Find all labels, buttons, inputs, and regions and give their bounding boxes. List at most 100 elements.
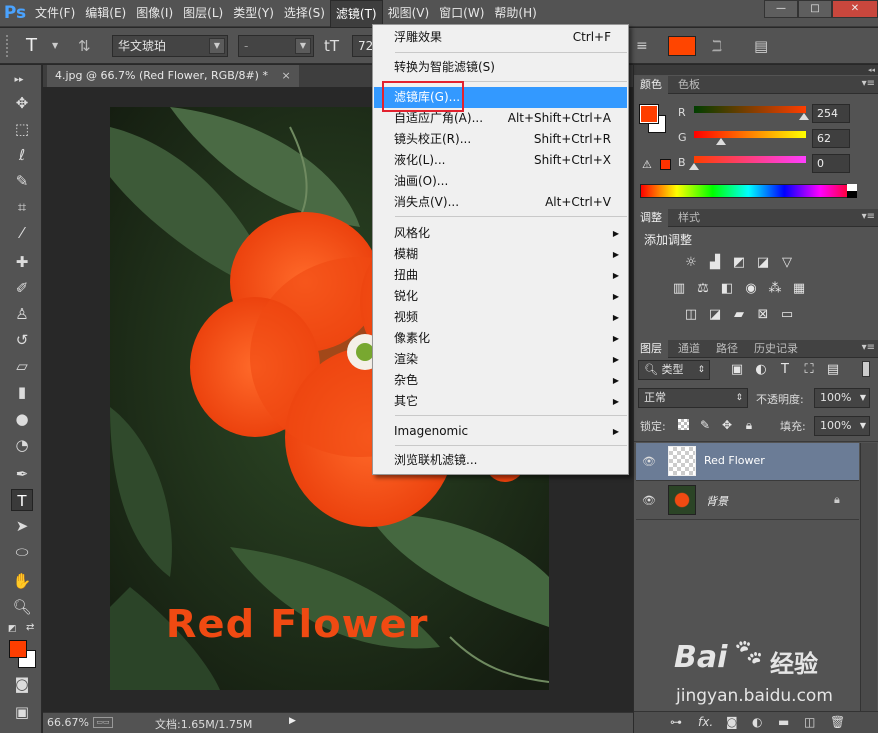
menu-file[interactable]: 文件(F) [30, 0, 80, 27]
exposure-icon[interactable]: ◪ [754, 255, 772, 271]
spectrum-black[interactable] [847, 191, 857, 198]
justify-icon[interactable]: ≡ [636, 35, 656, 57]
menu-item-imagenomic[interactable]: Imagenomic ▶ [374, 421, 627, 442]
tab-adjustments[interactable]: 调整 [634, 209, 668, 227]
filter-toggle[interactable] [862, 361, 870, 377]
text-orientation-icon[interactable]: ⇅ [78, 35, 98, 57]
b-slider[interactable] [694, 156, 806, 163]
levels-icon[interactable]: ▟ [706, 255, 724, 271]
photo-filter-icon[interactable]: ◉ [742, 281, 760, 297]
font-size-input[interactable]: 72 [352, 35, 374, 57]
lock-transparent-icon[interactable] [678, 419, 689, 430]
history-brush-tool-icon[interactable]: ↺ [11, 329, 33, 351]
menu-item-noise[interactable]: 杂色 ▶ [374, 370, 627, 391]
default-colors-icon[interactable]: ◩ [8, 624, 18, 634]
opacity-input[interactable]: 100% ▼ [814, 388, 870, 408]
filter-shape-icon[interactable]: ⛶ [800, 362, 818, 378]
g-value[interactable]: 62 [812, 129, 850, 148]
close-icon[interactable]: × [281, 69, 290, 82]
menu-item-oil-paint[interactable]: 油画(O)... [374, 171, 627, 192]
zoom-tool-icon[interactable]: 🔍︎ [11, 596, 33, 618]
gamut-warning-icon[interactable]: ⚠ [642, 158, 652, 171]
menu-image[interactable]: 图像(I) [131, 0, 178, 27]
layer-filter-select[interactable]: 🔍︎ 类型 ⇕ [638, 360, 710, 380]
curves-icon[interactable]: ◩ [730, 255, 748, 271]
screen-mode-icon[interactable]: ▣ [11, 701, 33, 723]
panel-menu-icon[interactable]: ▾≡ [862, 78, 875, 89]
blend-mode-select[interactable]: 正常 ⇕ [638, 388, 748, 408]
warp-text-icon[interactable]: ℶ [712, 35, 732, 57]
visibility-eye-icon[interactable]: 👁︎ [642, 494, 656, 507]
menu-window[interactable]: 窗口(W) [434, 0, 489, 27]
swap-colors-icon[interactable]: ⇄ [26, 622, 34, 633]
menu-item-distort[interactable]: 扭曲 ▶ [374, 265, 627, 286]
move-tool-icon[interactable]: ✥ [11, 92, 33, 114]
menu-view[interactable]: 视图(V) [383, 0, 435, 27]
menu-layer[interactable]: 图层(L) [178, 0, 228, 27]
lock-position-icon[interactable]: ✥ [718, 417, 736, 433]
font-style-select[interactable]: - ▼ [238, 35, 314, 57]
close-button[interactable]: ✕ [832, 0, 878, 18]
menu-item-blur[interactable]: 模糊 ▶ [374, 244, 627, 265]
menu-item-render[interactable]: 渲染 ▶ [374, 349, 627, 370]
b-value[interactable]: 0 [812, 154, 850, 173]
menu-item-smart-filter[interactable]: 转换为智能滤镜(S) [374, 57, 627, 78]
menu-item-sharpen[interactable]: 锐化 ▶ [374, 286, 627, 307]
layer-row[interactable]: 👁︎ Red Flower [636, 443, 859, 481]
menu-filter[interactable]: 滤镜(T) [329, 0, 383, 27]
collapse-icon[interactable]: ▸▸ [8, 69, 30, 91]
eraser-tool-icon[interactable]: ▱ [11, 355, 33, 377]
threshold-icon[interactable]: ▰ [730, 307, 748, 323]
filter-type-icon[interactable]: T [776, 362, 794, 378]
eyedropper-tool-icon[interactable]: ⁄ [11, 222, 33, 244]
filter-smart-icon[interactable]: ▤ [824, 362, 842, 378]
foreground-color-swatch[interactable] [9, 640, 27, 658]
lock-pixels-icon[interactable]: ✎ [696, 417, 714, 433]
r-value[interactable]: 254 [812, 104, 850, 123]
brush-tool-icon[interactable]: ✐ [11, 277, 33, 299]
selective-color-icon[interactable]: ⊠ [754, 307, 772, 323]
status-arrow-icon[interactable]: ▶ [289, 716, 296, 726]
text-layer-red-flower[interactable]: Red Flower [166, 602, 429, 646]
type-tool-icon[interactable]: T [11, 489, 33, 511]
path-select-tool-icon[interactable]: ➤ [11, 515, 33, 537]
menu-type[interactable]: 类型(Y) [228, 0, 279, 27]
menu-select[interactable]: 选择(S) [279, 0, 330, 27]
tab-styles[interactable]: 样式 [672, 209, 706, 227]
r-slider[interactable] [694, 106, 806, 113]
maximize-button[interactable]: □ [798, 0, 832, 18]
tool-preset-arrow-icon[interactable]: ▼ [52, 35, 62, 57]
gradient-map-icon[interactable]: ▭ [778, 307, 796, 323]
visibility-eye-icon[interactable]: 👁︎ [642, 455, 656, 468]
character-panel-icon[interactable]: ▤ [754, 35, 774, 57]
black-white-icon[interactable]: ◧ [718, 281, 736, 297]
layer-name[interactable]: 背景 [706, 493, 728, 509]
tab-paths[interactable]: 路径 [710, 340, 744, 358]
blur-tool-icon[interactable]: ● [11, 408, 33, 430]
lock-all-icon[interactable]: 🔒︎ [740, 417, 758, 433]
tab-layers[interactable]: 图层 [634, 340, 668, 358]
quick-mask-icon[interactable]: ◙ [11, 673, 33, 695]
layer-name[interactable]: Red Flower [704, 454, 765, 467]
marquee-tool-icon[interactable]: ⬚ [11, 118, 33, 140]
gradient-tool-icon[interactable]: ▮ [11, 381, 33, 403]
color-fg-swatch[interactable] [639, 104, 659, 124]
clone-stamp-tool-icon[interactable]: ♙ [11, 303, 33, 325]
layer-row[interactable]: 👁︎ 背景 🔒︎ [636, 482, 859, 520]
menu-edit[interactable]: 编辑(E) [80, 0, 131, 27]
menu-item-emboss[interactable]: 浮雕效果 Ctrl+F [374, 27, 627, 48]
menu-item-pixelate[interactable]: 像素化 ▶ [374, 328, 627, 349]
pen-tool-icon[interactable]: ✒ [11, 463, 33, 485]
menu-item-vanishing-point[interactable]: 消失点(V)... Alt+Ctrl+V [374, 192, 627, 213]
panels-collapse-icon[interactable]: ◂◂ [634, 65, 878, 75]
g-slider[interactable] [694, 131, 806, 138]
zoom-level[interactable]: 66.67% [47, 716, 89, 729]
r-slider-thumb[interactable] [799, 113, 809, 120]
fill-input[interactable]: 100% ▼ [814, 416, 870, 436]
filter-adjust-icon[interactable]: ◐ [752, 362, 770, 378]
invert-icon[interactable]: ◫ [682, 307, 700, 323]
text-color-swatch[interactable] [668, 36, 696, 56]
status-icon[interactable]: ▭▭ [93, 717, 113, 728]
gamut-swatch[interactable] [660, 159, 671, 170]
panel-menu-icon[interactable]: ▾≡ [862, 342, 875, 353]
